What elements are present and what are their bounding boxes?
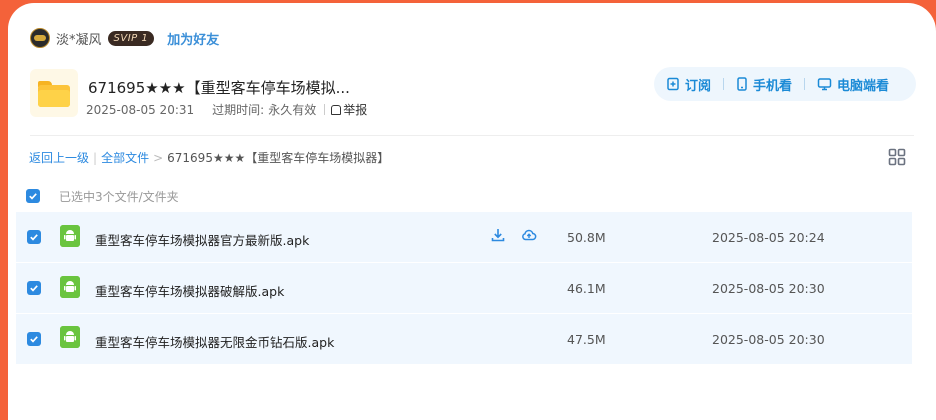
share-card: 淡*凝风 SVIP 1 加为好友 671695★★★【重型客车停车场模拟... … xyxy=(8,3,936,420)
report-label: 举报 xyxy=(343,103,368,117)
report-icon xyxy=(331,104,342,115)
breadcrumb-current: 671695★★★【重型客车停车场模拟器】 xyxy=(167,151,390,165)
file-date: 2025-08-05 20:30 xyxy=(712,332,825,347)
breadcrumb-divider: | xyxy=(93,150,98,165)
phone-icon xyxy=(737,77,747,91)
checkbox-checked-icon xyxy=(30,285,38,292)
file-size: 50.8M xyxy=(567,230,606,245)
breadcrumb-all-files-link[interactable]: 全部文件 xyxy=(101,149,149,166)
file-date: 2025-08-05 20:30 xyxy=(712,281,825,296)
mobile-view-button[interactable]: 手机看 xyxy=(736,75,792,94)
share-title: 671695★★★【重型客车停车场模拟... xyxy=(88,79,350,97)
android-icon xyxy=(60,326,80,348)
file-name[interactable]: 重型客车停车场模拟器无限金币钻石版.apk xyxy=(95,332,334,351)
file-date: 2025-08-05 20:24 xyxy=(712,230,825,245)
subscribe-button[interactable]: 订阅 xyxy=(666,75,711,94)
breadcrumb-separator: > xyxy=(153,150,164,165)
vip-badge: SVIP 1 xyxy=(107,30,155,46)
file-name[interactable]: 重型客车停车场模拟器破解版.apk xyxy=(95,281,284,300)
report-button[interactable]: 举报 xyxy=(331,101,367,118)
breadcrumb-back-link[interactable]: 返回上一级 xyxy=(29,149,89,166)
file-size: 47.5M xyxy=(567,332,606,347)
checkbox-checked-icon xyxy=(30,234,38,241)
share-meta: 2025-08-05 20:31 过期时间: 永久有效 举报 xyxy=(86,101,367,118)
download-icon[interactable] xyxy=(490,227,506,243)
file-checkbox[interactable] xyxy=(27,332,41,346)
android-icon xyxy=(60,225,80,247)
expire-value: 永久有效 xyxy=(268,103,317,117)
file-row[interactable]: 重型客车停车场模拟器官方最新版.apk 50.8M 2025-08-05 20:… xyxy=(16,212,912,262)
checkbox-checked-icon xyxy=(30,336,38,343)
selection-count: 已选中3个文件/文件夹 xyxy=(59,189,179,204)
action-bar: 订阅 手机看 电脑端看 xyxy=(654,67,916,101)
mobile-view-label: 手机看 xyxy=(753,78,793,94)
grid-view-icon[interactable] xyxy=(888,148,906,166)
android-icon xyxy=(60,276,80,298)
file-name[interactable]: 重型客车停车场模拟器官方最新版.apk xyxy=(95,230,309,249)
expire-label: 过期时间: xyxy=(212,103,265,117)
share-date: 2025-08-05 20:31 xyxy=(86,102,195,117)
username[interactable]: 淡*凝风 xyxy=(56,29,102,48)
file-size: 46.1M xyxy=(567,281,606,296)
select-all-row: 已选中3个文件/文件夹 xyxy=(26,188,179,204)
pc-view-label: 电脑端看 xyxy=(837,78,890,94)
subscribe-label: 订阅 xyxy=(685,78,712,94)
bookmark-icon xyxy=(667,77,679,91)
folder-icon xyxy=(30,69,78,117)
pc-view-button[interactable]: 电脑端看 xyxy=(817,75,889,94)
cloud-save-icon[interactable] xyxy=(521,227,537,243)
file-checkbox[interactable] xyxy=(27,281,41,295)
header-divider xyxy=(30,135,914,136)
avatar[interactable] xyxy=(30,28,50,48)
file-checkbox[interactable] xyxy=(27,230,41,244)
breadcrumb: 返回上一级 | 全部文件 > 671695★★★【重型客车停车场模拟器】 xyxy=(29,149,389,166)
meta-divider xyxy=(324,104,326,115)
add-friend-link[interactable]: 加为好友 xyxy=(167,29,219,48)
user-bar: 淡*凝风 SVIP 1 加为好友 xyxy=(30,27,219,49)
file-row[interactable]: 重型客车停车场模拟器破解版.apk 46.1M 2025-08-05 20:30 xyxy=(16,263,912,313)
checkbox-checked-icon xyxy=(29,193,37,200)
select-all-checkbox[interactable] xyxy=(26,189,40,203)
monitor-icon xyxy=(817,78,832,91)
file-row[interactable]: 重型客车停车场模拟器无限金币钻石版.apk 47.5M 2025-08-05 2… xyxy=(16,314,912,364)
